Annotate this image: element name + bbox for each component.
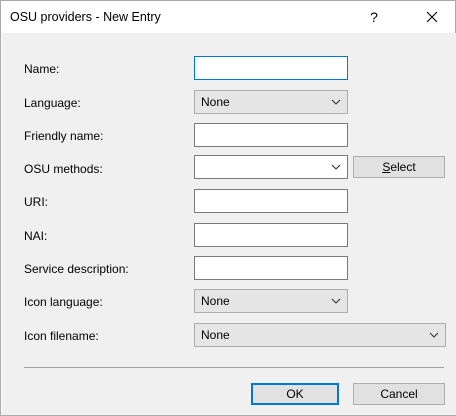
service-description-input[interactable] bbox=[194, 256, 348, 280]
chevron-down-icon bbox=[331, 164, 341, 170]
language-label: Language: bbox=[24, 96, 81, 110]
service-description-label: Service description: bbox=[24, 262, 129, 276]
icon-language-label: Icon language: bbox=[24, 295, 103, 309]
chevron-down-icon bbox=[331, 298, 341, 304]
friendly-name-label: Friendly name: bbox=[24, 129, 104, 143]
help-button[interactable]: ? bbox=[356, 1, 392, 33]
close-button[interactable] bbox=[410, 1, 454, 33]
icon-filename-select-value: None bbox=[201, 328, 230, 342]
window-title: OSU providers - New Entry bbox=[10, 10, 161, 24]
cancel-button[interactable]: Cancel bbox=[353, 383, 445, 405]
select-button-mnemonic: S bbox=[382, 160, 391, 174]
dialog-window: OSU providers - New Entry ? Name: Langua… bbox=[0, 0, 456, 416]
title-bar: OSU providers - New Entry ? bbox=[1, 1, 455, 33]
select-button[interactable]: Select bbox=[353, 156, 445, 178]
close-icon bbox=[426, 11, 438, 23]
icon-filename-label: Icon filename: bbox=[24, 329, 99, 343]
language-select[interactable]: None bbox=[194, 90, 348, 114]
name-input[interactable] bbox=[194, 56, 348, 80]
language-select-value: None bbox=[201, 95, 230, 109]
name-label: Name: bbox=[24, 62, 60, 76]
friendly-name-input[interactable] bbox=[194, 123, 348, 147]
uri-input[interactable] bbox=[194, 189, 348, 213]
icon-filename-select[interactable]: None bbox=[194, 323, 446, 347]
osu-methods-select[interactable] bbox=[194, 155, 348, 179]
icon-language-select[interactable]: None bbox=[194, 289, 348, 313]
chevron-down-icon bbox=[429, 332, 439, 338]
footer-divider bbox=[24, 367, 444, 368]
dialog-body: Name: Language: None Friendly name: OSU … bbox=[2, 33, 456, 415]
nai-input[interactable] bbox=[194, 223, 348, 247]
osu-methods-label: OSU methods: bbox=[24, 162, 103, 176]
help-icon: ? bbox=[370, 9, 378, 25]
chevron-down-icon bbox=[331, 99, 341, 105]
select-button-label: elect bbox=[390, 160, 416, 174]
icon-language-select-value: None bbox=[201, 294, 230, 308]
ok-button[interactable]: OK bbox=[251, 383, 339, 405]
uri-label: URI: bbox=[24, 195, 48, 209]
nai-label: NAI: bbox=[24, 229, 48, 243]
